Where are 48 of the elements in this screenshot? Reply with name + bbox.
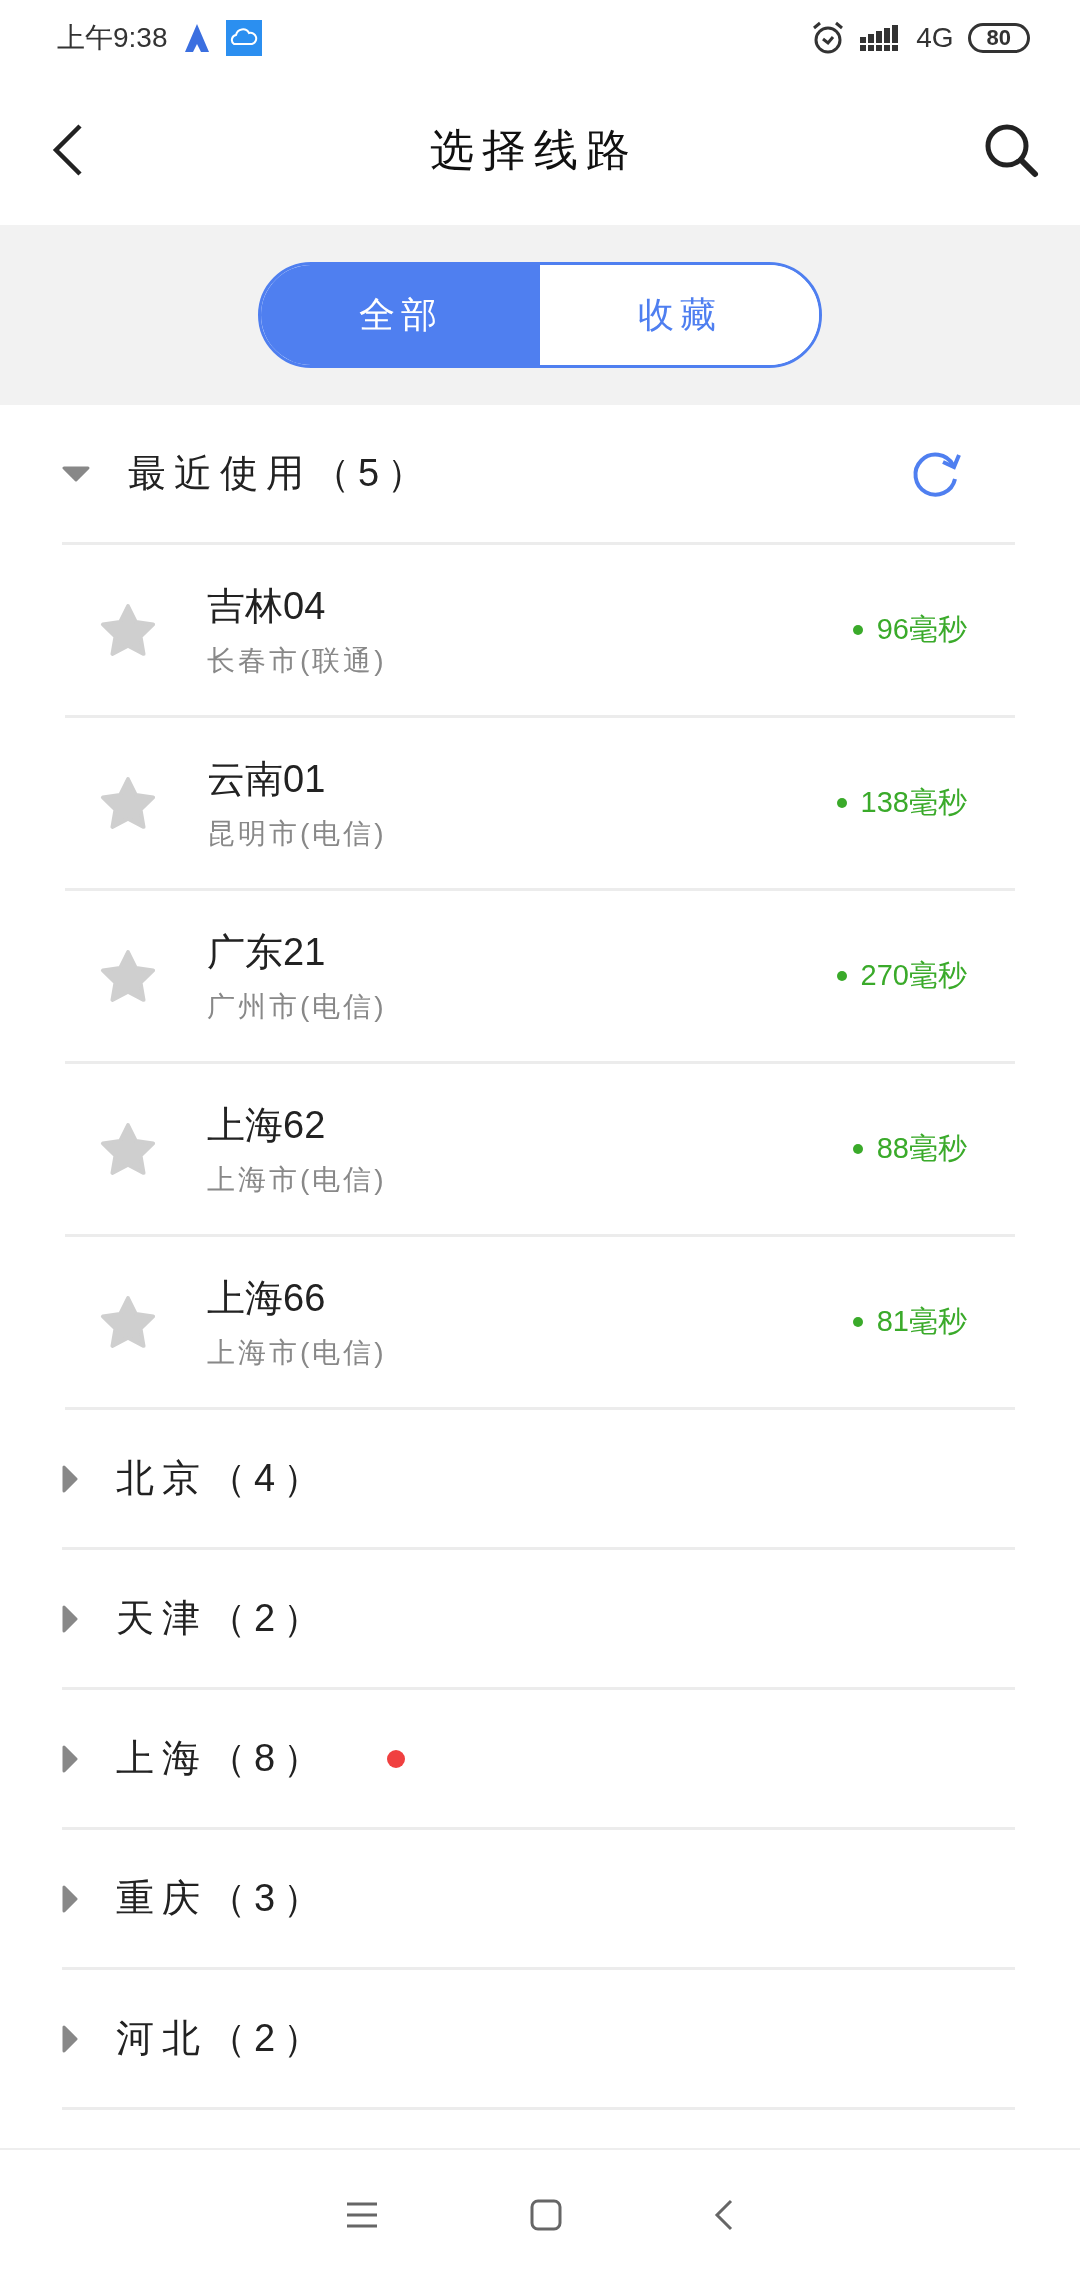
server-name[interactable]: 云南01: [207, 753, 837, 805]
latency-text: 138毫秒: [860, 785, 967, 820]
status-dot: [836, 798, 847, 808]
expand-triangle-icon: [62, 1464, 78, 1493]
group-title: 上海（8）: [116, 1736, 330, 1781]
status-dot: [852, 625, 863, 635]
server-location: 上海市(电信): [207, 1335, 388, 1370]
server-location: 上海市(电信): [207, 1162, 388, 1197]
new-dot: [387, 1749, 406, 1768]
expand-triangle-icon: [62, 1604, 78, 1633]
battery-level: 80: [967, 22, 1030, 53]
server-name[interactable]: 上海66: [207, 1272, 853, 1324]
network-type: 4G: [916, 21, 954, 54]
group-header[interactable]: 重庆（3）: [62, 1830, 1015, 1970]
cloud-app-icon: [225, 19, 262, 56]
group-header[interactable]: 最近使用（5）: [62, 405, 1015, 545]
server-name[interactable]: 上海62: [207, 1099, 853, 1151]
group-title: 重庆（3）: [116, 1876, 330, 1921]
latency-text: 81毫秒: [876, 1304, 967, 1339]
server-name[interactable]: 广东21: [207, 926, 837, 978]
page-title: 选择线路: [430, 123, 638, 176]
menu-icon[interactable]: [345, 2200, 379, 2230]
expand-triangle-icon: [62, 2024, 78, 2053]
expand-triangle-icon: [62, 1884, 78, 1913]
group-header[interactable]: 天津（2）: [62, 1550, 1015, 1690]
group-title: 最近使用（5）: [128, 451, 434, 496]
status-dot: [852, 1317, 863, 1327]
group-header[interactable]: 河北（2）: [62, 1970, 1015, 2110]
group-title: 河北（2）: [116, 2016, 330, 2061]
group-title: 北京（4）: [116, 1456, 330, 1501]
server-name[interactable]: 吉林04: [207, 580, 853, 632]
latency-text: 88毫秒: [876, 1131, 967, 1166]
filter-tab[interactable]: 全部: [261, 265, 540, 365]
latency-text: 96毫秒: [876, 612, 967, 647]
status-dot: [852, 1144, 863, 1154]
collapse-triangle-icon: [62, 465, 90, 482]
server-location: 昆明市(电信): [207, 816, 388, 851]
latency-text: 270毫秒: [860, 958, 967, 993]
group-title: 天津（2）: [116, 1596, 330, 1641]
status-time: 上午9:38: [57, 20, 168, 55]
back-nav-icon[interactable]: [713, 2198, 735, 2232]
server-location: 广州市(电信): [207, 989, 388, 1024]
group-header[interactable]: 北京（4）: [62, 1410, 1015, 1550]
group-header[interactable]: 上海（8）: [62, 1690, 1015, 1830]
home-square-icon[interactable]: [529, 2198, 563, 2232]
status-dot: [836, 971, 847, 981]
expand-triangle-icon: [62, 1744, 78, 1773]
server-location: 长春市(联通): [207, 643, 388, 678]
